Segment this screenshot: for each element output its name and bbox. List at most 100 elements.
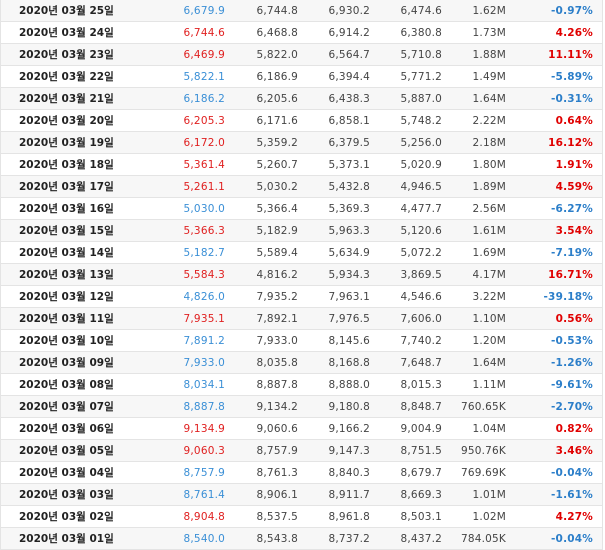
low-price-cell: 4,546.6	[400, 290, 442, 303]
date-cell: 2020년 03월 21일	[19, 93, 114, 105]
change-percent-cell: 3.46%	[555, 444, 593, 457]
high-price-cell: 6,438.3	[328, 92, 370, 105]
table-row: 2020년 03월 11일 7,935.1 7,892.1 7,976.5 7,606.…	[1, 308, 602, 330]
date-cell: 2020년 03월 15일	[19, 225, 114, 237]
open-price-cell: 8,537.5	[256, 510, 298, 523]
low-price-cell: 6,380.8	[400, 26, 442, 39]
close-price-cell: 6,679.9	[183, 4, 225, 17]
table-row: 2020년 03월 04일 8,757.9 8,761.3 8,840.3 8,679.…	[1, 462, 602, 484]
date-cell: 2020년 03월 23일	[19, 49, 114, 61]
low-price-cell: 4,946.5	[400, 180, 442, 193]
price-history-table: 2020년 03월 25일 6,679.9 6,744.8 6,930.2 6,474.…	[0, 0, 603, 550]
change-percent-cell: -0.04%	[551, 532, 593, 545]
date-cell: 2020년 03월 22일	[19, 71, 114, 83]
open-price-cell: 7,892.1	[256, 312, 298, 325]
date-cell: 2020년 03월 09일	[19, 357, 114, 369]
volume-cell: 1.62M	[472, 4, 506, 17]
volume-cell: 1.61M	[472, 224, 506, 237]
high-price-cell: 7,976.5	[328, 312, 370, 325]
table-row: 2020년 03월 09일 7,933.0 8,035.8 8,168.8 7,648.…	[1, 352, 602, 374]
volume-cell: 1.73M	[472, 26, 506, 39]
low-price-cell: 8,669.3	[400, 488, 442, 501]
volume-cell: 2.56M	[472, 202, 506, 215]
table-row: 2020년 03월 06일 9,134.9 9,060.6 9,166.2 9,004.…	[1, 418, 602, 440]
date-cell: 2020년 03월 24일	[19, 27, 114, 39]
close-price-cell: 8,034.1	[183, 378, 225, 391]
date-cell: 2020년 03월 18일	[19, 159, 114, 171]
date-cell: 2020년 03월 14일	[19, 247, 114, 259]
change-percent-cell: 4.59%	[555, 180, 593, 193]
low-price-cell: 8,751.5	[400, 444, 442, 457]
low-price-cell: 7,606.0	[400, 312, 442, 325]
open-price-cell: 5,359.2	[256, 136, 298, 149]
change-percent-cell: 0.82%	[555, 422, 593, 435]
table-row: 2020년 03월 21일 6,186.2 6,205.6 6,438.3 5,887.…	[1, 88, 602, 110]
close-price-cell: 5,030.0	[183, 202, 225, 215]
volume-cell: 2.18M	[472, 136, 506, 149]
date-cell: 2020년 03월 03일	[19, 489, 114, 501]
date-cell: 2020년 03월 19일	[19, 137, 114, 149]
close-price-cell: 4,826.0	[183, 290, 225, 303]
low-price-cell: 8,437.2	[400, 532, 442, 545]
open-price-cell: 7,935.2	[256, 290, 298, 303]
volume-cell: 1.69M	[472, 246, 506, 259]
open-price-cell: 8,543.8	[256, 532, 298, 545]
open-price-cell: 8,757.9	[256, 444, 298, 457]
date-cell: 2020년 03월 06일	[19, 423, 114, 435]
date-cell: 2020년 03월 07일	[19, 401, 114, 413]
change-percent-cell: -9.61%	[551, 378, 593, 391]
volume-cell: 1.10M	[472, 312, 506, 325]
table-row: 2020년 03월 08일 8,034.1 8,887.8 8,888.0 8,015.…	[1, 374, 602, 396]
volume-cell: 1.11M	[472, 378, 506, 391]
close-price-cell: 5,822.1	[183, 70, 225, 83]
change-percent-cell: -6.27%	[551, 202, 593, 215]
close-price-cell: 6,186.2	[183, 92, 225, 105]
change-percent-cell: -39.18%	[543, 290, 593, 303]
table-row: 2020년 03월 10일 7,891.2 7,933.0 8,145.6 7,740.…	[1, 330, 602, 352]
close-price-cell: 6,205.3	[183, 114, 225, 127]
table-row: 2020년 03월 05일 9,060.3 8,757.9 9,147.3 8,751.…	[1, 440, 602, 462]
close-price-cell: 7,933.0	[183, 356, 225, 369]
high-price-cell: 8,961.8	[328, 510, 370, 523]
table-row: 2020년 03월 19일 6,172.0 5,359.2 6,379.5 5,256.…	[1, 132, 602, 154]
low-price-cell: 5,120.6	[400, 224, 442, 237]
open-price-cell: 8,035.8	[256, 356, 298, 369]
close-price-cell: 8,757.9	[183, 466, 225, 479]
low-price-cell: 8,015.3	[400, 378, 442, 391]
high-price-cell: 9,166.2	[328, 422, 370, 435]
volume-cell: 1.64M	[472, 356, 506, 369]
high-price-cell: 8,737.2	[328, 532, 370, 545]
table-row: 2020년 03월 14일 5,182.7 5,589.4 5,634.9 5,072.…	[1, 242, 602, 264]
open-price-cell: 8,906.1	[256, 488, 298, 501]
open-price-cell: 9,134.2	[256, 400, 298, 413]
close-price-cell: 7,935.1	[183, 312, 225, 325]
volume-cell: 769.69K	[460, 466, 506, 479]
date-cell: 2020년 03월 02일	[19, 511, 114, 523]
change-percent-cell: 11.11%	[548, 48, 593, 61]
change-percent-cell: 1.91%	[555, 158, 593, 171]
high-price-cell: 8,911.7	[328, 488, 370, 501]
date-cell: 2020년 03월 25일	[19, 5, 114, 17]
close-price-cell: 8,887.8	[183, 400, 225, 413]
low-price-cell: 3,869.5	[400, 268, 442, 281]
date-cell: 2020년 03월 13일	[19, 269, 114, 281]
change-percent-cell: -0.04%	[551, 466, 593, 479]
low-price-cell: 5,020.9	[400, 158, 442, 171]
change-percent-cell: -1.61%	[551, 488, 593, 501]
open-price-cell: 6,205.6	[256, 92, 298, 105]
open-price-cell: 6,186.9	[256, 70, 298, 83]
table-row: 2020년 03월 24일 6,744.6 6,468.8 6,914.2 6,380.…	[1, 22, 602, 44]
volume-cell: 1.20M	[472, 334, 506, 347]
high-price-cell: 7,963.1	[328, 290, 370, 303]
high-price-cell: 8,840.3	[328, 466, 370, 479]
change-percent-cell: 0.64%	[555, 114, 593, 127]
volume-cell: 1.02M	[472, 510, 506, 523]
low-price-cell: 5,748.2	[400, 114, 442, 127]
date-cell: 2020년 03월 16일	[19, 203, 114, 215]
open-price-cell: 5,822.0	[256, 48, 298, 61]
high-price-cell: 5,963.3	[328, 224, 370, 237]
close-price-cell: 8,761.4	[183, 488, 225, 501]
open-price-cell: 5,589.4	[256, 246, 298, 259]
open-price-cell: 9,060.6	[256, 422, 298, 435]
high-price-cell: 6,930.2	[328, 4, 370, 17]
